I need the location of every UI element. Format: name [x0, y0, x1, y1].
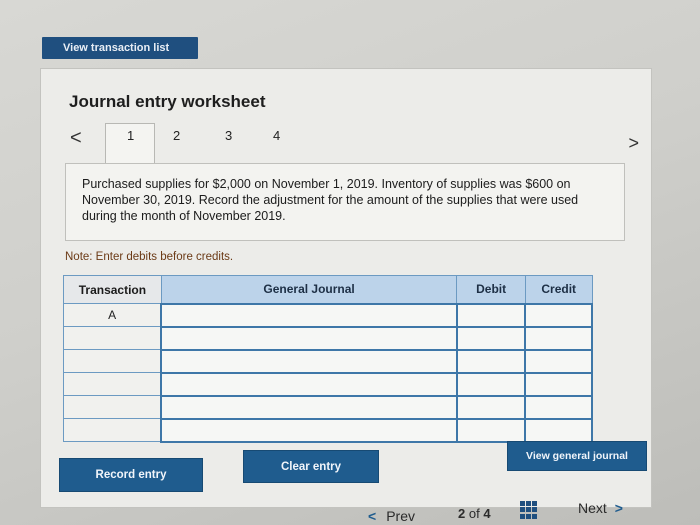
- transaction-cell: [63, 418, 162, 442]
- view-transaction-list-button[interactable]: View transaction list: [42, 37, 198, 59]
- header-general-journal: General Journal: [160, 275, 458, 304]
- chevron-right-icon[interactable]: >: [628, 133, 639, 154]
- worksheet-title: Journal entry worksheet: [69, 92, 266, 111]
- journal-table: Transaction General Journal Debit Credit…: [63, 275, 593, 443]
- tab-4[interactable]: 4: [273, 128, 280, 143]
- next-button[interactable]: Next >: [578, 500, 623, 516]
- general-journal-input[interactable]: [160, 348, 458, 374]
- credit-input[interactable]: [524, 371, 593, 397]
- credit-input[interactable]: [524, 348, 593, 374]
- table-row: [63, 394, 593, 420]
- tab-3[interactable]: 3: [225, 128, 232, 143]
- prev-button[interactable]: < Prev: [368, 508, 415, 524]
- tab-1[interactable]: 1: [127, 128, 134, 143]
- page-total: 4: [483, 506, 491, 521]
- debit-input[interactable]: [455, 325, 527, 351]
- question-text: Purchased supplies for $2,000 on Novembe…: [65, 163, 625, 241]
- transaction-cell: [63, 395, 162, 419]
- general-journal-input[interactable]: [160, 325, 458, 351]
- header-debit: Debit: [456, 275, 526, 304]
- credit-input[interactable]: [524, 417, 593, 443]
- debit-input[interactable]: [455, 394, 527, 420]
- chevron-right-icon: >: [614, 500, 623, 516]
- header-credit: Credit: [524, 275, 593, 304]
- credit-input[interactable]: [524, 394, 593, 420]
- table-header-row: Transaction General Journal Debit Credit: [63, 275, 593, 304]
- page-of: of: [468, 506, 480, 521]
- tab-2[interactable]: 2: [173, 128, 180, 143]
- general-journal-input[interactable]: [160, 394, 458, 420]
- table-row: [63, 325, 593, 351]
- credit-input[interactable]: [524, 302, 593, 328]
- general-journal-input[interactable]: [160, 302, 458, 328]
- next-label: Next: [578, 500, 607, 516]
- record-entry-button[interactable]: Record entry: [59, 458, 203, 492]
- page-current: 2: [458, 506, 466, 521]
- worksheet-tabs: < 1 2 3 4 >: [65, 123, 639, 167]
- chevron-left-icon: <: [368, 508, 377, 524]
- note-text: Note: Enter debits before credits.: [65, 251, 234, 263]
- view-general-journal-button[interactable]: View general journal: [507, 441, 647, 471]
- table-row: A: [63, 302, 593, 328]
- general-journal-input[interactable]: [160, 417, 458, 443]
- credit-input[interactable]: [524, 325, 593, 351]
- debit-input[interactable]: [455, 417, 527, 443]
- table-row: [63, 348, 593, 374]
- debit-input[interactable]: [455, 371, 527, 397]
- transaction-cell: [63, 349, 162, 373]
- general-journal-input[interactable]: [160, 371, 458, 397]
- table-row: [63, 417, 593, 443]
- grid-icon[interactable]: [520, 501, 538, 519]
- page-indicator: 2 of 4: [458, 506, 491, 521]
- journal-entry-worksheet: Journal entry worksheet < 1 2 3 4 > Purc…: [40, 68, 652, 508]
- chevron-left-icon[interactable]: <: [70, 127, 82, 150]
- header-transaction: Transaction: [63, 275, 162, 304]
- transaction-cell: [63, 372, 162, 396]
- transaction-cell: A: [63, 303, 162, 327]
- clear-entry-button[interactable]: Clear entry: [243, 450, 379, 483]
- transaction-cell: [63, 326, 162, 350]
- prev-label: Prev: [386, 508, 415, 524]
- debit-input[interactable]: [455, 348, 527, 374]
- table-row: [63, 371, 593, 397]
- debit-input[interactable]: [455, 302, 527, 328]
